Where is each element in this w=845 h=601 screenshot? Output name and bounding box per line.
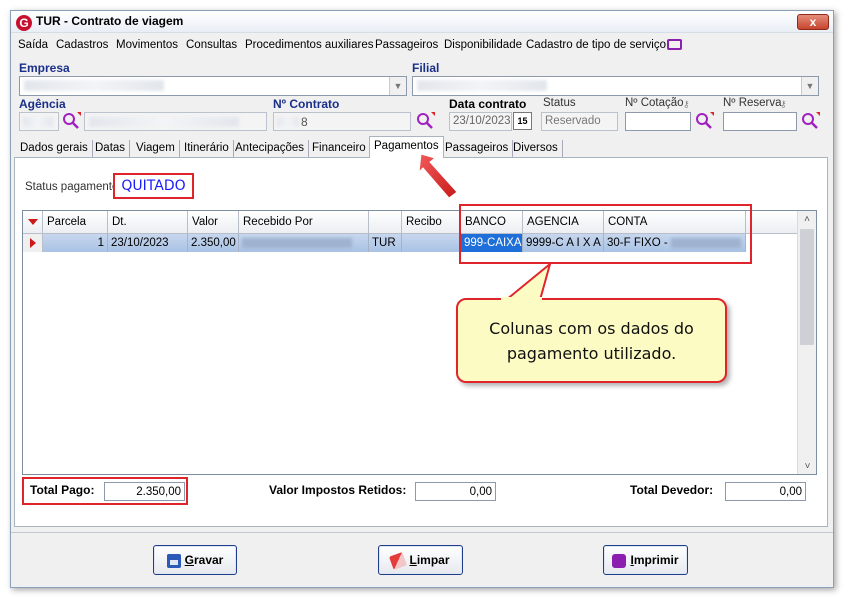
chevron-down-icon[interactable]: ˅ — [798, 461, 817, 472]
limpar-button[interactable]: Limpar — [378, 545, 463, 575]
empresa-select[interactable]: ▼ — [19, 76, 407, 96]
data-contrato-field[interactable]: 23/10/2023 — [449, 112, 512, 131]
cell-tipo[interactable]: TUR — [369, 234, 402, 252]
total-pago-label: Total Pago: — [30, 483, 95, 497]
contrato-field[interactable]: 8 — [273, 112, 411, 131]
tab-viagem[interactable]: Viagem — [132, 140, 180, 157]
col-dt-pagamento[interactable]: Dt. pagamento — [108, 211, 188, 251]
close-button[interactable]: x — [797, 14, 829, 30]
reserva-field[interactable] — [723, 112, 797, 131]
cell-parcela[interactable]: 1 — [43, 234, 108, 252]
annotation-arrow — [418, 153, 458, 199]
devedor-label: Total Devedor: — [630, 483, 714, 497]
vertical-scrollbar[interactable]: ˄ ˅ — [797, 211, 816, 474]
column-selector[interactable] — [23, 211, 43, 234]
status-field: Reservado — [541, 112, 618, 131]
calendar-icon[interactable]: 15 — [513, 112, 532, 130]
search-icon[interactable] — [415, 111, 435, 131]
agencia-code-field[interactable] — [19, 112, 59, 131]
col-parcela[interactable]: Parcela — [43, 211, 108, 234]
filial-select[interactable]: ▼ — [412, 76, 819, 96]
agencia-name-field[interactable] — [84, 112, 267, 131]
filial-label: Filial — [412, 61, 440, 75]
search-icon[interactable] — [61, 111, 81, 131]
cell-valor[interactable]: 2.350,00 — [188, 234, 239, 252]
menu-saida[interactable]: Saída — [18, 39, 48, 51]
row-indicator[interactable] — [23, 234, 43, 252]
menu-cadastro-tipo-servico[interactable]: Cadastro de tipo de serviço — [526, 39, 666, 51]
key-icon: ⚷ — [780, 99, 787, 109]
key-icon: ⚷ — [683, 99, 690, 109]
printer-icon — [612, 553, 627, 568]
cell-recebido-por[interactable] — [239, 234, 369, 252]
tab-datas[interactable]: Datas — [91, 140, 131, 157]
annotation-callout: Colunas com os dados do pagamento utiliz… — [456, 298, 727, 383]
reserva-label: Nº Reserva — [723, 97, 782, 109]
chevron-up-icon[interactable]: ˄ — [798, 214, 816, 225]
tab-antecipacoes[interactable]: Antecipações — [231, 140, 310, 157]
empresa-label: Empresa — [19, 61, 70, 75]
impostos-label: Valor Impostos Retidos: — [269, 483, 407, 497]
menu-consultas[interactable]: Consultas — [186, 39, 237, 51]
col-recibo[interactable]: Recibo — [402, 211, 461, 234]
tab-dados-gerais[interactable]: Dados gerais — [16, 140, 93, 157]
tab-financeiro[interactable]: Financeiro — [308, 140, 371, 157]
chevron-down-icon[interactable]: ▼ — [389, 77, 406, 95]
impostos-field: 0,00 — [415, 482, 496, 501]
menu-cadastros[interactable]: Cadastros — [56, 39, 108, 51]
scrollbar-thumb[interactable] — [800, 229, 814, 345]
status-pagamento-label: Status pagamento: — [25, 181, 122, 193]
status-pagamento-value: QUITADO — [113, 173, 194, 199]
tab-itinerario[interactable]: Itinerário — [180, 140, 234, 157]
eraser-icon — [389, 551, 408, 570]
cell-recibo[interactable] — [402, 234, 461, 252]
menu-disponibilidade[interactable]: Disponibilidade — [444, 39, 522, 51]
app-logo-icon: G — [16, 15, 32, 31]
chevron-down-icon[interactable]: ▼ — [801, 77, 818, 95]
total-pago-field: 2.350,00 — [104, 482, 185, 501]
save-icon — [166, 553, 181, 568]
tab-diversos[interactable]: Diversos — [509, 140, 563, 157]
menu-procedimentos[interactable]: Procedimentos auxiliares — [245, 39, 373, 51]
status-label: Status — [543, 97, 576, 109]
imprimir-button[interactable]: Imprimir — [603, 545, 688, 575]
devedor-field: 0,00 — [725, 482, 806, 501]
menu-passageiros[interactable]: Passageiros — [375, 39, 438, 51]
search-icon[interactable] — [800, 111, 820, 131]
col-tipo[interactable] — [369, 211, 402, 234]
cell-dt-pagamento[interactable]: 23/10/2023 — [108, 234, 188, 252]
menu-movimentos[interactable]: Movimentos — [116, 39, 178, 51]
gravar-button[interactable]: Gravar — [153, 545, 237, 575]
contrato-label: Nº Contrato — [273, 97, 340, 111]
window-title: TUR - Contrato de viagem — [36, 14, 184, 28]
col-valor[interactable]: Valor — [188, 211, 239, 234]
cotacao-label: Nº Cotação — [625, 97, 684, 109]
agencia-label: Agência — [19, 97, 66, 111]
bank-columns-highlight — [459, 204, 752, 264]
col-recebido-por[interactable]: Recebido Por — [239, 211, 369, 234]
monitor-icon[interactable] — [667, 39, 682, 50]
cotacao-field[interactable] — [625, 112, 691, 131]
search-icon[interactable] — [694, 111, 714, 131]
data-contrato-label: Data contrato — [449, 97, 527, 111]
